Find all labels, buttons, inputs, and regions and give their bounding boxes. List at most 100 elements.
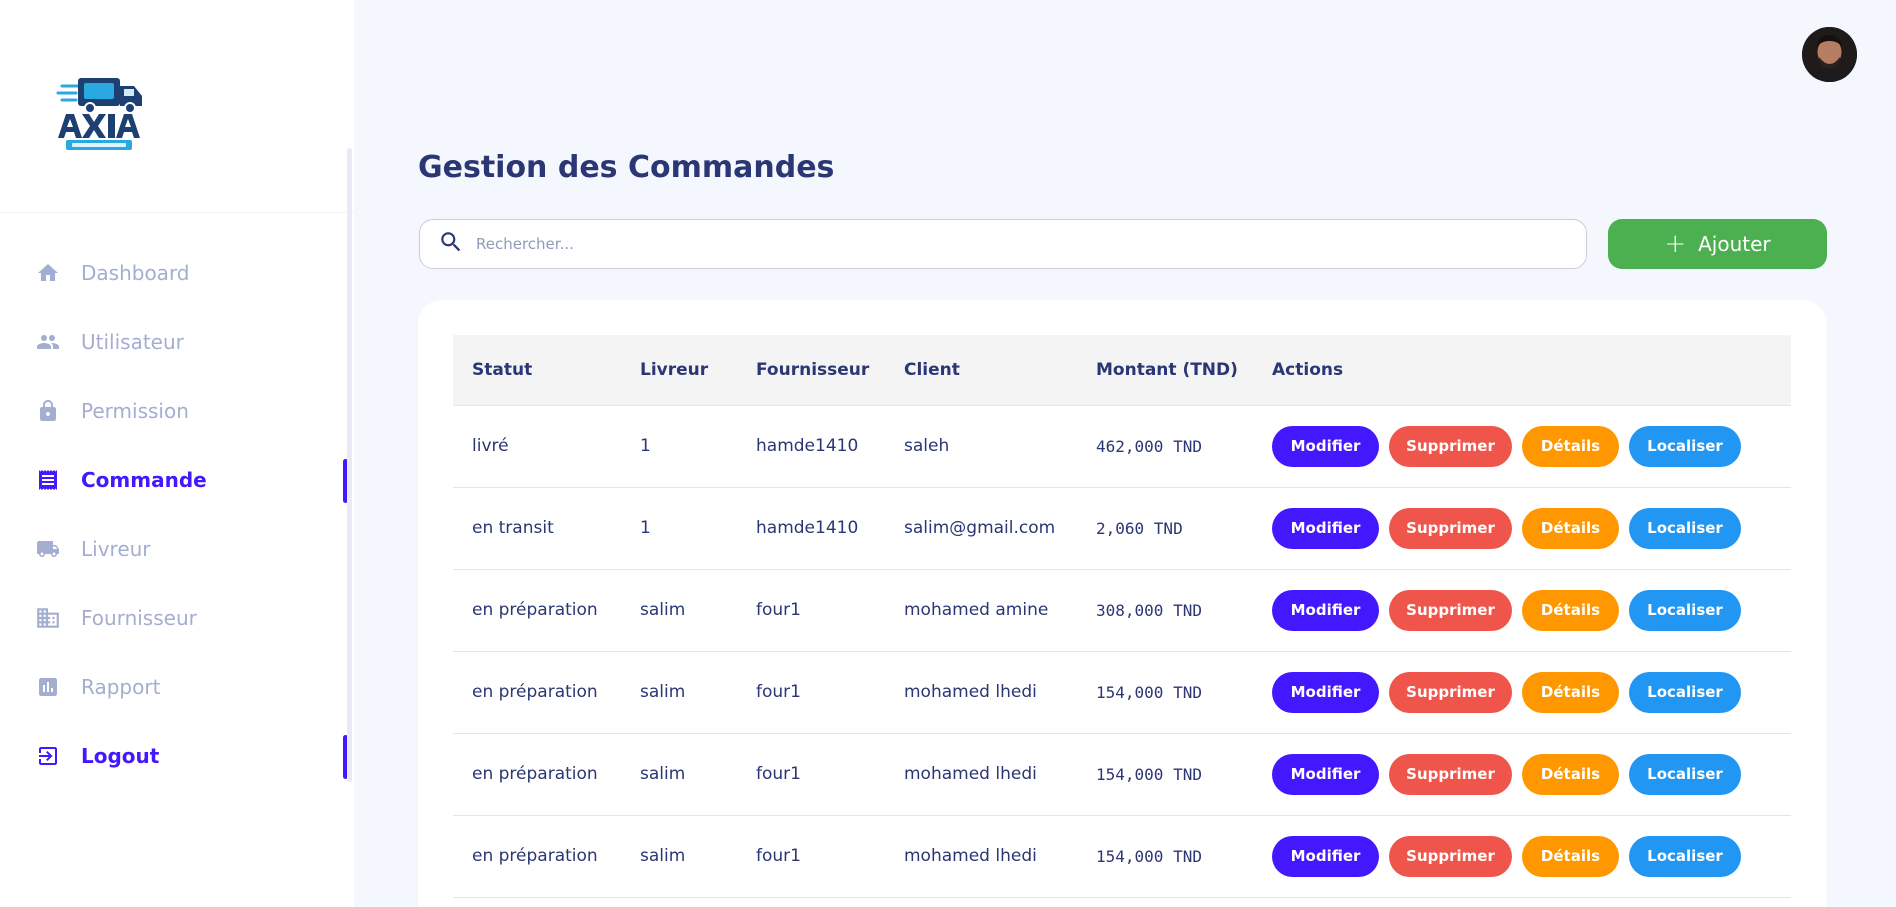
details-button[interactable]: Détails: [1522, 753, 1619, 795]
cell-statut: en préparation: [453, 815, 621, 898]
lock-icon: [34, 397, 62, 425]
modify-button[interactable]: Modifier: [1272, 507, 1379, 549]
table-header-row: Statut Livreur Fournisseur Client Montan…: [453, 335, 1791, 406]
table-row: en préparation salim four1 mohamed lhedi 154…: [453, 651, 1791, 734]
cell-statut: livré: [453, 405, 621, 488]
sidebar-item-label: Logout: [81, 743, 160, 768]
column-header-livreur: Livreur: [621, 335, 737, 406]
sidebar: Dashboard Utilisateur Permission Command…: [0, 0, 354, 907]
cell-fournisseur: hamde1410: [737, 405, 885, 488]
sidebar-item-fournisseur[interactable]: Fournisseur: [0, 583, 354, 652]
cell-actions: Modifier Supprimer Détails Localiser: [1253, 733, 1791, 816]
cell-fournisseur: four1: [737, 651, 885, 734]
page-title: Gestion des Commandes: [418, 150, 835, 185]
delete-button[interactable]: Supprimer: [1389, 589, 1512, 631]
sidebar-item-label: Permission: [81, 398, 189, 423]
building-icon: [34, 604, 62, 632]
user-avatar[interactable]: [1802, 27, 1857, 82]
search-bar[interactable]: [419, 219, 1587, 269]
cell-statut: en transit: [453, 487, 621, 570]
cell-fournisseur: four1: [737, 569, 885, 652]
sidebar-item-logout[interactable]: Logout: [0, 721, 354, 790]
cell-client: mohamed lhedi: [885, 733, 1077, 816]
column-header-fournisseur: Fournisseur: [737, 335, 885, 406]
delete-button[interactable]: Supprimer: [1389, 671, 1512, 713]
modify-button[interactable]: Modifier: [1272, 835, 1379, 877]
row-actions: Modifier Supprimer Détails Localiser: [1272, 425, 1791, 467]
add-button-label: Ajouter: [1698, 232, 1771, 256]
delete-button[interactable]: Supprimer: [1389, 425, 1512, 467]
search-input[interactable]: [476, 235, 1526, 253]
sidebar-item-label: Dashboard: [81, 260, 190, 285]
orders-table: Statut Livreur Fournisseur Client Montan…: [453, 335, 1791, 898]
sidebar-scrollbar[interactable]: [347, 148, 352, 782]
row-actions: Modifier Supprimer Détails Localiser: [1272, 835, 1791, 877]
sidebar-item-utilisateur[interactable]: Utilisateur: [0, 307, 354, 376]
cell-client: salim@gmail.com: [885, 487, 1077, 570]
cell-actions: Modifier Supprimer Détails Localiser: [1253, 651, 1791, 734]
sidebar-item-label: Livreur: [81, 536, 151, 561]
cell-montant: 2,060 TND: [1077, 487, 1253, 570]
cell-actions: Modifier Supprimer Détails Localiser: [1253, 815, 1791, 898]
details-button[interactable]: Détails: [1522, 507, 1619, 549]
locate-button[interactable]: Localiser: [1629, 589, 1741, 631]
cell-actions: Modifier Supprimer Détails Localiser: [1253, 487, 1791, 570]
delete-button[interactable]: Supprimer: [1389, 753, 1512, 795]
table-row: livré 1 hamde1410 saleh 462,000 TND Modifier S…: [453, 405, 1791, 488]
sidebar-nav: Dashboard Utilisateur Permission Command…: [0, 238, 354, 790]
cell-actions: Modifier Supprimer Détails Localiser: [1253, 569, 1791, 652]
column-header-statut: Statut: [453, 335, 621, 406]
truck-icon: [34, 535, 62, 563]
details-button[interactable]: Détails: [1522, 671, 1619, 713]
cell-client: mohamed amine: [885, 569, 1077, 652]
details-button[interactable]: Détails: [1522, 589, 1619, 631]
locate-button[interactable]: Localiser: [1629, 507, 1741, 549]
modify-button[interactable]: Modifier: [1272, 671, 1379, 713]
cell-statut: en préparation: [453, 569, 621, 652]
cell-montant: 462,000 TND: [1077, 405, 1253, 488]
cell-statut: en préparation: [453, 651, 621, 734]
sidebar-item-dashboard[interactable]: Dashboard: [0, 238, 354, 307]
cell-statut: en préparation: [453, 733, 621, 816]
orders-card: Statut Livreur Fournisseur Client Montan…: [418, 300, 1827, 907]
locate-button[interactable]: Localiser: [1629, 425, 1741, 467]
cell-fournisseur: four1: [737, 815, 885, 898]
add-button[interactable]: + Ajouter: [1608, 219, 1827, 269]
sidebar-item-label: Fournisseur: [81, 605, 197, 630]
cell-montant: 308,000 TND: [1077, 569, 1253, 652]
sidebar-item-rapport[interactable]: Rapport: [0, 652, 354, 721]
cell-livreur: salim: [621, 733, 737, 816]
cell-montant: 154,000 TND: [1077, 651, 1253, 734]
modify-button[interactable]: Modifier: [1272, 589, 1379, 631]
locate-button[interactable]: Localiser: [1629, 671, 1741, 713]
cell-livreur: salim: [621, 569, 737, 652]
sidebar-item-livreur[interactable]: Livreur: [0, 514, 354, 583]
delete-button[interactable]: Supprimer: [1389, 507, 1512, 549]
column-header-client: Client: [885, 335, 1077, 406]
row-actions: Modifier Supprimer Détails Localiser: [1272, 671, 1791, 713]
sidebar-item-label: Utilisateur: [81, 329, 184, 354]
receipt-icon: [34, 466, 62, 494]
table-row: en transit 1 hamde1410 salim@gmail.com 2,060…: [453, 487, 1791, 570]
sidebar-item-commande[interactable]: Commande: [0, 445, 354, 514]
cell-client: mohamed lhedi: [885, 815, 1077, 898]
modify-button[interactable]: Modifier: [1272, 753, 1379, 795]
locate-button[interactable]: Localiser: [1629, 835, 1741, 877]
cell-livreur: 1: [621, 405, 737, 488]
column-header-actions: Actions: [1253, 335, 1791, 406]
sidebar-item-label: Rapport: [81, 674, 161, 699]
axia-logo: [56, 78, 142, 150]
cell-fournisseur: four1: [737, 733, 885, 816]
sidebar-item-permission[interactable]: Permission: [0, 376, 354, 445]
cell-client: saleh: [885, 405, 1077, 488]
column-header-montant: Montant (TND): [1077, 335, 1253, 406]
locate-button[interactable]: Localiser: [1629, 753, 1741, 795]
details-button[interactable]: Détails: [1522, 835, 1619, 877]
row-actions: Modifier Supprimer Détails Localiser: [1272, 507, 1791, 549]
modify-button[interactable]: Modifier: [1272, 425, 1379, 467]
cell-livreur: salim: [621, 651, 737, 734]
logo-area: [0, 0, 354, 213]
delete-button[interactable]: Supprimer: [1389, 835, 1512, 877]
search-icon: [438, 229, 464, 259]
details-button[interactable]: Détails: [1522, 425, 1619, 467]
